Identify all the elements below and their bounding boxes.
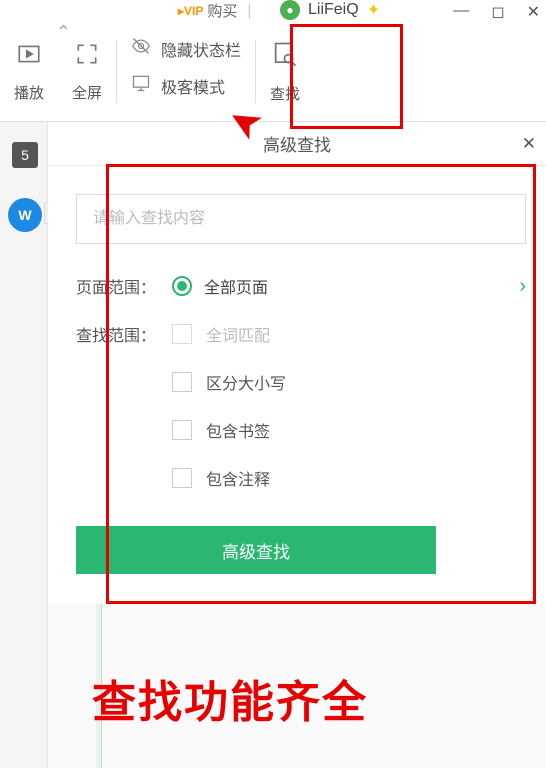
panel-titlebar: 高级查找 ✕: [48, 122, 546, 166]
fullscreen-button[interactable]: 全屏: [72, 41, 102, 103]
vip-purchase[interactable]: ▸VIP 购买 |: [178, 0, 258, 21]
find-label: 查找: [270, 83, 300, 104]
annotation-caption: 查找功能齐全: [92, 666, 368, 730]
advanced-find-panel: 高级查找 ✕ 页面范围： 全部页面 › 查找范围： 全词匹配: [48, 122, 546, 604]
case-sensitive-checkbox[interactable]: [172, 372, 192, 392]
page-range-radio[interactable]: [172, 276, 192, 296]
page-range-expand[interactable]: ›: [519, 275, 526, 298]
page-range-label: 页面范围：: [76, 274, 172, 298]
find-button[interactable]: 查找: [270, 40, 300, 104]
maximize-button[interactable]: ◻: [491, 2, 504, 22]
include-comments-label: 包含注释: [206, 466, 270, 490]
page-up-chevron[interactable]: ⌃: [56, 22, 71, 43]
user-account[interactable]: ● LiiFeiQ ✦: [280, 0, 380, 20]
window-titlebar: ▸VIP 购买 | ● LiiFeiQ ✦ ― ◻ ✕: [0, 0, 546, 22]
case-sensitive-label: 区分大小写: [206, 370, 286, 394]
geek-mode-label: 极客模式: [161, 74, 225, 98]
play-label: 播放: [14, 82, 44, 103]
panel-close-button[interactable]: ✕: [522, 134, 536, 154]
monitor-icon: [131, 73, 151, 98]
hide-statusbar-label: 隐藏状态栏: [161, 37, 241, 61]
play-button[interactable]: 播放: [14, 41, 44, 103]
advanced-find-submit[interactable]: 高级查找: [76, 526, 436, 574]
geek-mode-button[interactable]: 极客模式: [131, 73, 241, 98]
panel-title: 高级查找: [263, 131, 331, 156]
page-range-value: 全部页面: [204, 274, 268, 298]
left-rail: 5 ⌃ W: [0, 122, 48, 768]
play-icon: [16, 41, 42, 74]
vip-icon: ▸VIP: [178, 4, 203, 18]
divider: |: [247, 2, 251, 20]
close-window-button[interactable]: ✕: [527, 2, 540, 22]
include-bookmarks-checkbox[interactable]: [172, 420, 192, 440]
include-bookmarks-label: 包含书签: [206, 418, 270, 442]
fullscreen-icon: [74, 41, 100, 74]
minimize-button[interactable]: ―: [453, 2, 469, 22]
wps-badge[interactable]: W: [8, 198, 42, 232]
vip-label: 购买: [207, 0, 237, 21]
user-name: LiiFeiQ: [308, 1, 359, 19]
eye-off-icon: [131, 36, 151, 61]
page-number-chip[interactable]: 5: [12, 142, 38, 168]
whole-word-label: 全词匹配: [206, 322, 270, 346]
avatar: ●: [280, 0, 300, 20]
hide-statusbar-button[interactable]: 隐藏状态栏: [131, 36, 241, 61]
find-range-label: 查找范围：: [76, 322, 172, 346]
fullscreen-label: 全屏: [72, 82, 102, 103]
find-icon: [271, 40, 299, 75]
include-comments-checkbox[interactable]: [172, 468, 192, 488]
crown-icon: ✦: [367, 0, 380, 20]
search-input[interactable]: [76, 194, 526, 244]
whole-word-checkbox[interactable]: [172, 324, 192, 344]
ribbon-toolbar: 播放 全屏 隐藏状态栏 极客模式 查找: [0, 22, 546, 122]
